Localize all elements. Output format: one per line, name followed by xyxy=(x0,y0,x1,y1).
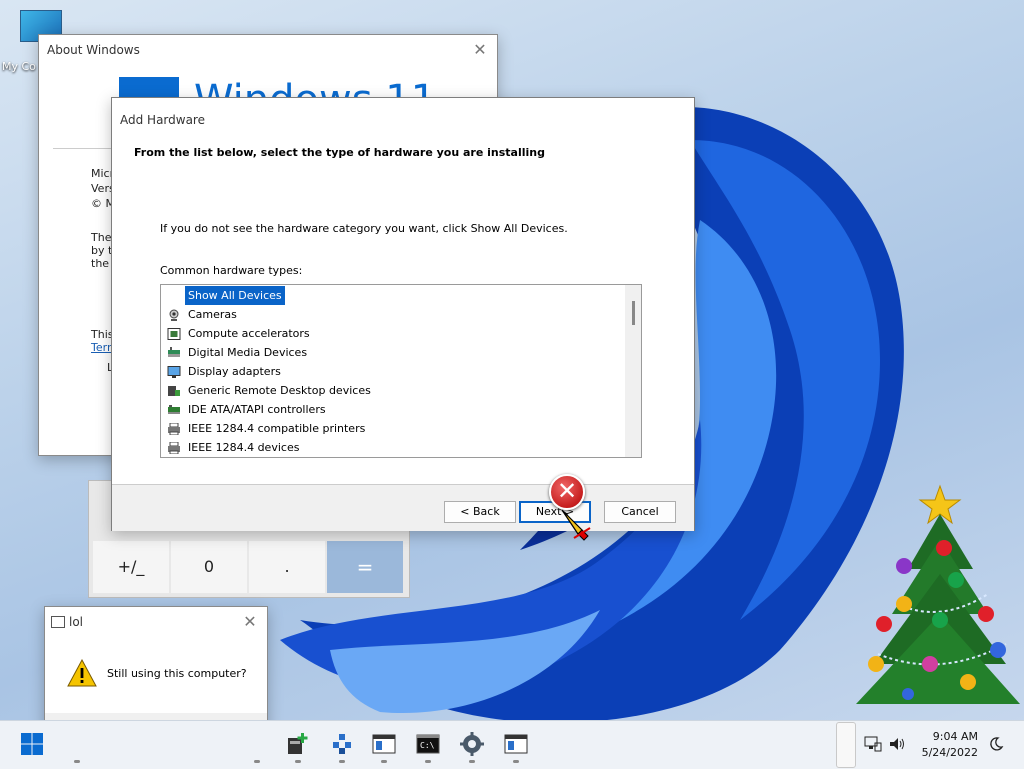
window-app-taskbar-icon[interactable] xyxy=(504,732,528,756)
calc-key-decimal[interactable]: . xyxy=(249,541,325,593)
list-item-show-all-devices[interactable]: Show All Devices xyxy=(167,286,285,305)
network-icon[interactable] xyxy=(864,736,882,752)
about-text-fragment: The xyxy=(91,231,112,244)
list-item-compute-accelerators[interactable]: Compute accelerators xyxy=(167,324,313,343)
calc-key-0[interactable]: 0 xyxy=(171,541,247,593)
pencil-cursor-icon xyxy=(561,509,591,541)
calc-key-negate[interactable]: +/_ xyxy=(93,541,169,593)
taskbar-running-indicator xyxy=(381,760,387,763)
show-desktop-handle[interactable] xyxy=(836,722,856,768)
focus-assist-moon-icon[interactable] xyxy=(988,736,1004,752)
printer-icon xyxy=(168,423,180,435)
list-scrollbar[interactable] xyxy=(625,285,641,457)
list-item-digital-media-devices[interactable]: Digital Media Devices xyxy=(167,343,310,362)
close-icon[interactable]: ✕ xyxy=(471,41,489,59)
list-item-label: IDE ATA/ATAPI controllers xyxy=(188,403,326,416)
list-item-label: IEEE 1284.4 compatible printers xyxy=(188,422,366,435)
taskbar-running-indicator xyxy=(74,760,80,763)
list-item-ieee-devices[interactable]: IEEE 1284.4 devices xyxy=(167,438,302,457)
christmas-tree-icon xyxy=(856,484,1020,704)
about-titlebar[interactable]: About Windows ✕ xyxy=(39,35,497,65)
add-hardware-title: Add Hardware xyxy=(120,113,205,127)
lol-titlebar[interactable]: lol ✕ xyxy=(45,607,267,637)
dialog-message: Still using this computer? xyxy=(107,667,247,680)
back-button[interactable]: < Back xyxy=(444,501,516,523)
close-icon[interactable]: ✕ xyxy=(241,613,259,631)
device-manager-taskbar-icon[interactable] xyxy=(330,732,354,756)
hardware-type-list[interactable]: Show All Devices Cameras Compute acceler… xyxy=(160,284,642,458)
cancel-button[interactable]: Cancel xyxy=(604,501,676,523)
list-item-label: Show All Devices xyxy=(185,286,285,305)
about-title: About Windows xyxy=(47,43,140,57)
camera-icon xyxy=(169,309,179,321)
error-x-icon: ✕ xyxy=(549,474,585,510)
warning-icon xyxy=(67,659,97,687)
about-text-fragment: by t xyxy=(91,244,113,257)
start-windows-icon[interactable] xyxy=(20,732,44,756)
taskbar-running-indicator xyxy=(425,760,431,763)
clock-time[interactable]: 9:04 AM xyxy=(933,730,978,743)
list-item-display-adapters[interactable]: Display adapters xyxy=(167,362,284,381)
add-hardware-taskbar-icon[interactable] xyxy=(286,732,310,756)
list-item-generic-remote-desktop[interactable]: Generic Remote Desktop devices xyxy=(167,381,374,400)
list-item-label: Cameras xyxy=(188,308,237,321)
list-item-cameras[interactable]: Cameras xyxy=(167,305,240,324)
clock-date[interactable]: 5/24/2022 xyxy=(922,746,978,759)
window-app-icon xyxy=(51,616,65,628)
remote-desktop-icon xyxy=(168,386,180,396)
taskbar-running-indicator xyxy=(513,760,519,763)
list-item-label: IEEE 1284.4 devices xyxy=(188,441,300,454)
scrollbar-thumb[interactable] xyxy=(632,301,635,325)
settings-gear-taskbar-icon[interactable] xyxy=(460,732,484,756)
wizard-header: Add Hardware From the list below, select… xyxy=(112,98,694,195)
lol-title: lol xyxy=(69,615,84,629)
printer-icon xyxy=(168,442,180,454)
window-app-taskbar-icon[interactable] xyxy=(372,732,396,756)
list-item-label: Display adapters xyxy=(188,365,281,378)
wizard-heading: From the list below, select the type of … xyxy=(134,146,545,159)
list-item-label: Generic Remote Desktop devices xyxy=(188,384,371,397)
taskbar-running-indicator xyxy=(339,760,345,763)
accelerator-icon xyxy=(167,328,181,340)
command-prompt-taskbar-icon[interactable]: C:\ xyxy=(416,732,440,756)
wizard-intro-text: If you do not see the hardware category … xyxy=(160,222,568,235)
wizard-footer: < Back Next > Cancel xyxy=(112,484,694,531)
display-adapter-icon xyxy=(167,366,181,378)
taskbar-running-indicator xyxy=(295,760,301,763)
list-item-ieee-printers[interactable]: IEEE 1284.4 compatible printers xyxy=(167,419,368,438)
ide-controller-icon xyxy=(168,405,180,414)
list-item-label: Digital Media Devices xyxy=(188,346,308,359)
svg-text:C:\: C:\ xyxy=(420,741,435,750)
taskbar-running-indicator xyxy=(469,760,475,763)
list-item-ide-ata-atapi[interactable]: IDE ATA/ATAPI controllers xyxy=(167,400,329,419)
about-text-fragment: the xyxy=(91,257,110,270)
volume-icon[interactable] xyxy=(888,736,906,752)
list-item-label: Compute accelerators xyxy=(188,327,310,340)
add-hardware-window: Add Hardware From the list below, select… xyxy=(111,97,695,531)
hardware-list-label: Common hardware types: xyxy=(160,264,303,277)
calc-key-equals[interactable]: = xyxy=(327,541,403,593)
media-device-icon xyxy=(168,347,180,357)
taskbar-running-indicator xyxy=(254,760,260,763)
